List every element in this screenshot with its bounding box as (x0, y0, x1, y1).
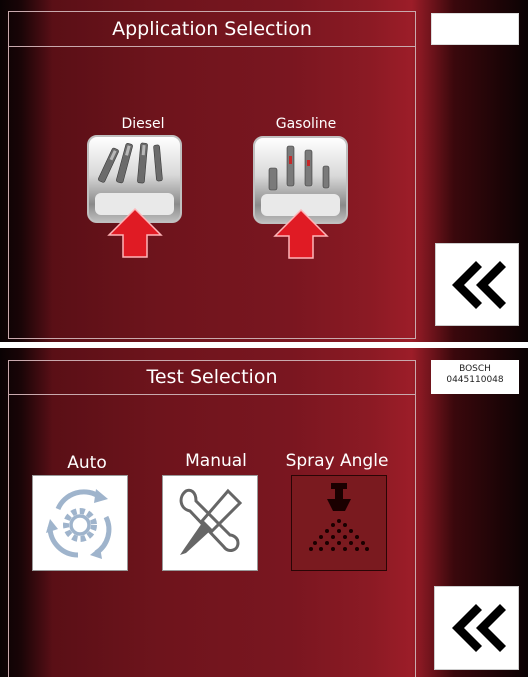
test-selection-screen: Test Selection Auto Manual Spray Angle B… (0, 348, 528, 677)
application-panel: Application Selection Diesel Gasoline (8, 11, 416, 339)
gasoline-label: Gasoline (275, 116, 337, 132)
diesel-label: Diesel (121, 116, 165, 132)
spray-nozzle-icon (309, 483, 369, 551)
injector-brand: BOSCH (459, 364, 491, 374)
wrench-screwdriver-icon (179, 488, 243, 555)
auto-test-button[interactable] (32, 475, 128, 571)
spray-angle-test-button[interactable] (291, 475, 387, 571)
gasoline-injectors-icon (268, 145, 330, 191)
injector-info-box (431, 13, 519, 45)
manual-test-button[interactable] (162, 475, 258, 571)
manual-label: Manual (185, 451, 247, 471)
back-button[interactable] (434, 586, 519, 670)
double-chevron-left-icon (451, 604, 506, 652)
injector-info-box: BOSCH 0445110048 (431, 360, 519, 394)
page-title: Test Selection (9, 361, 415, 395)
auto-label: Auto (67, 453, 107, 473)
test-panel: Test Selection Auto Manual Spray Angle (8, 360, 416, 677)
application-selection-screen: Application Selection Diesel Gasoline (0, 0, 528, 342)
spray-angle-label: Spray Angle (285, 451, 389, 471)
page-title: Application Selection (9, 12, 415, 47)
injector-part-number: 0445110048 (446, 375, 504, 385)
up-arrow-icon (107, 207, 163, 258)
up-arrow-icon (273, 208, 329, 259)
auto-cycle-gear-icon (46, 489, 112, 559)
back-button[interactable] (435, 243, 519, 326)
diesel-injectors-icon (98, 142, 163, 184)
double-chevron-left-icon (452, 260, 506, 309)
